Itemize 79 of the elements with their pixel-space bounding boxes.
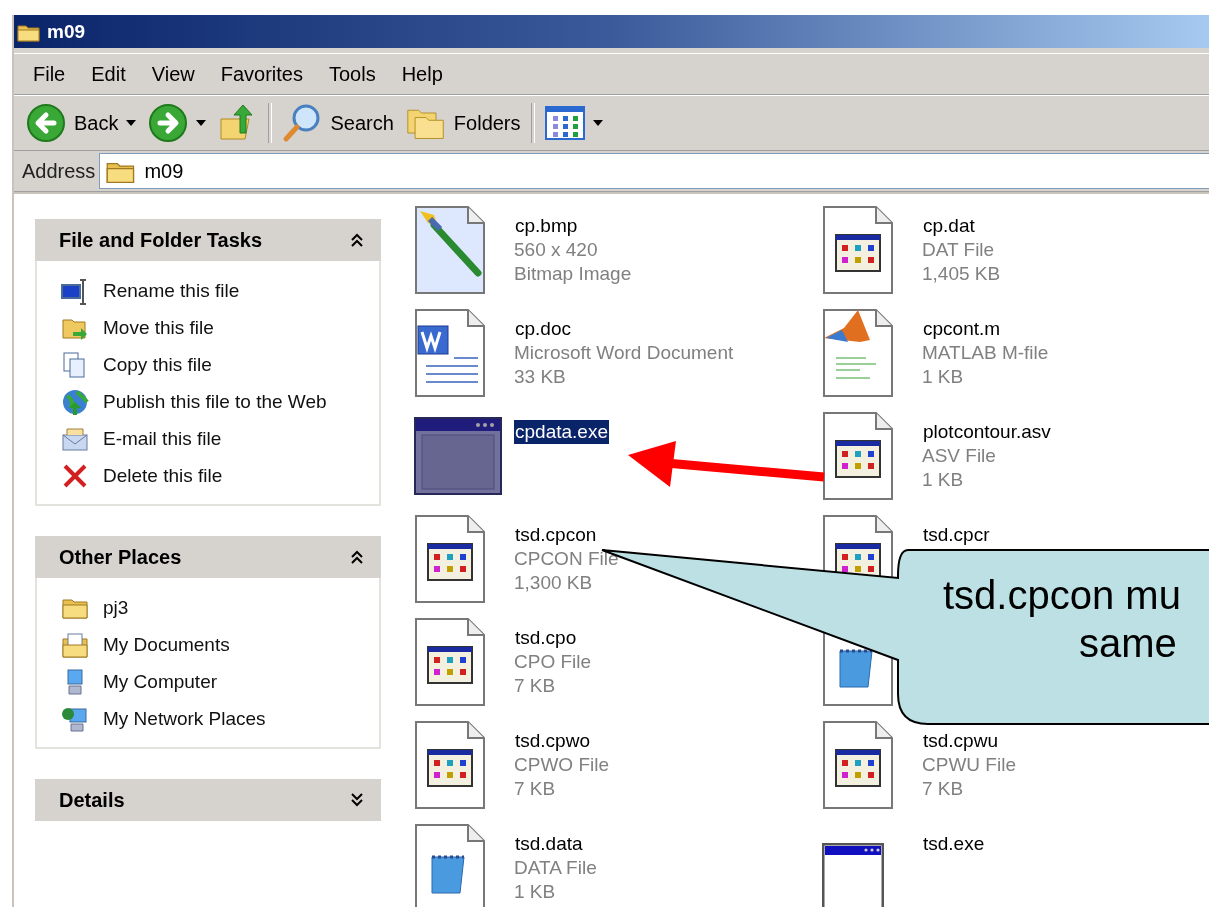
file-detail: 7 KB: [514, 776, 556, 801]
caret-icon: [126, 120, 137, 126]
address-field[interactable]: m09: [99, 153, 1209, 189]
file-detail: CPCON File: [514, 546, 619, 571]
menu-item[interactable]: File: [20, 60, 79, 88]
task-link[interactable]: Rename this file: [103, 280, 240, 302]
file-name[interactable]: plotcontour.asv: [922, 419, 1052, 444]
callout-text: tsd.cpcon mu same: [943, 572, 1181, 667]
views-icon: [544, 103, 585, 143]
file-name[interactable]: tsd.cpwo: [514, 728, 591, 753]
toolbar-button[interactable]: Search: [276, 101, 400, 145]
file-name[interactable]: tsd.cpo: [514, 625, 578, 650]
task-link[interactable]: My Network Places: [103, 708, 266, 730]
file-detail: 1,405 KB: [922, 261, 1001, 286]
matlab-document-icon: [822, 307, 894, 398]
task-link[interactable]: Publish this file to the Web: [103, 391, 327, 413]
file-detail: CPWU File: [922, 752, 1016, 777]
menu-item[interactable]: View: [138, 60, 208, 88]
application-document-icon: [414, 616, 486, 707]
file-detail: CPWO File: [514, 752, 609, 777]
file-detail: DATA File: [514, 855, 597, 880]
file-name[interactable]: tsd.cpwu: [922, 728, 999, 753]
task-link[interactable]: Copy this file: [103, 354, 212, 376]
file-name[interactable]: cpcont.m: [922, 316, 1002, 341]
panel-header[interactable]: File and Folder Tasks: [35, 219, 381, 261]
task-link[interactable]: Delete this file: [103, 465, 223, 487]
application-document-icon: [414, 719, 486, 810]
menu-item[interactable]: Edit: [78, 60, 139, 88]
file-name[interactable]: tsd.cpcr: [922, 522, 991, 547]
file-detail: 1 KB: [922, 467, 964, 492]
file-detail: DAT File: [922, 237, 995, 262]
file-detail: 7 KB: [514, 673, 556, 698]
caret-icon: [196, 120, 207, 126]
toolbar-button[interactable]: Folders: [399, 101, 527, 145]
documents-icon: [61, 631, 89, 659]
panel-header[interactable]: Details: [35, 779, 381, 821]
application-document-icon: [822, 204, 894, 295]
file-name[interactable]: cp.doc: [514, 316, 572, 341]
file-name[interactable]: tsd.cpcon: [514, 522, 598, 547]
toolbar-button[interactable]: Back: [20, 101, 143, 145]
file-detail: 1 KB: [922, 364, 964, 389]
menu-item[interactable]: Tools: [315, 60, 389, 88]
file-detail: 1 KB: [514, 879, 556, 904]
file-detail: ASV File: [922, 443, 996, 468]
file-name[interactable]: tsd.exe: [922, 831, 986, 856]
task-link[interactable]: My Computer: [103, 671, 218, 693]
publish-icon: [61, 388, 89, 416]
menu-item[interactable]: Help: [388, 60, 456, 88]
address-label: Address: [22, 159, 96, 183]
network-icon: [61, 705, 89, 733]
file-detail: Microsoft Word Document: [514, 340, 734, 365]
rename-icon: [61, 277, 89, 305]
task-link[interactable]: My Documents: [103, 634, 230, 656]
file-detail: MATLAB M-file: [922, 340, 1049, 365]
program-window-icon: [414, 416, 502, 495]
task-link[interactable]: Move this file: [103, 317, 214, 339]
panel-header[interactable]: Other Places: [35, 536, 381, 578]
file-name[interactable]: cpdata.exe: [514, 419, 609, 444]
window-title: m09: [47, 20, 86, 43]
application-document-icon: [822, 719, 894, 810]
file-detail: 33 KB: [514, 364, 566, 389]
file-name[interactable]: tsd.data: [514, 831, 584, 856]
menu-item[interactable]: Favorites: [207, 60, 316, 88]
task-link[interactable]: E-mail this file: [103, 428, 222, 450]
application-document-icon: [414, 513, 486, 604]
file-detail: 7 KB: [922, 776, 964, 801]
caret-icon: [592, 120, 603, 126]
file-detail: Bitmap Image: [514, 261, 632, 286]
email-icon: [61, 425, 89, 453]
task-link[interactable]: pj3: [103, 597, 129, 619]
delete-icon: [61, 462, 89, 490]
paintbrush-document-icon: [414, 204, 486, 295]
word-document-icon: [414, 307, 486, 398]
file-name[interactable]: cp.bmp: [514, 213, 579, 238]
file-name[interactable]: cp.dat: [922, 213, 976, 238]
file-detail: 1,300 KB: [514, 570, 593, 595]
file-detail: 560 x 420: [514, 237, 598, 262]
application-document-icon: [822, 410, 894, 501]
file-detail: CPO File: [514, 649, 592, 674]
